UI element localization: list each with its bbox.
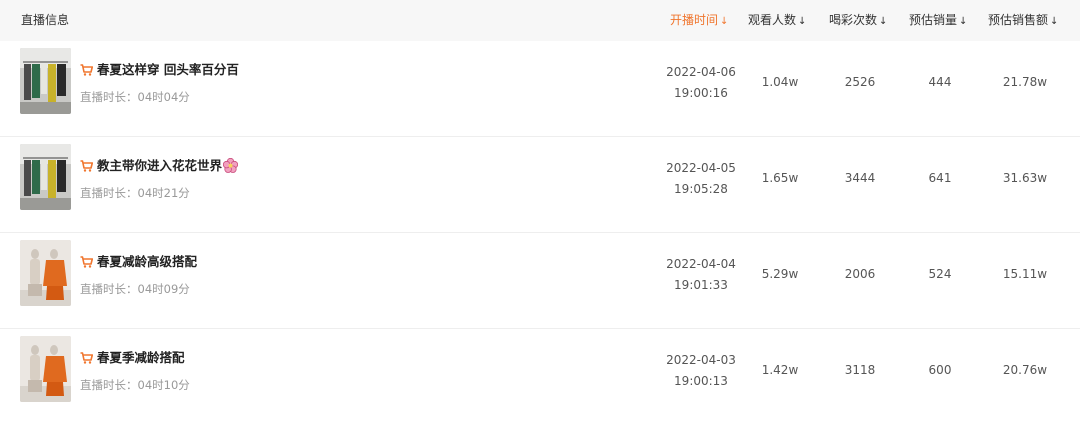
start-date: 2022-04-03	[666, 353, 736, 367]
table-row[interactable]: 春夏这样穿 回头率百分百 直播时长：04时04分 2022-04-06 19:0…	[0, 41, 1080, 137]
live-title-text: 教主带你进入花花世界	[97, 158, 223, 173]
cheers-count: 3444	[844, 171, 876, 185]
start-date: 2022-04-04	[666, 257, 736, 271]
start-time: 2022-04-04 19:01:33	[655, 254, 747, 296]
viewers-count: 1.04w	[761, 75, 799, 89]
table-row[interactable]: 春夏季减龄搭配 直播时长：04时10分 2022-04-03 19:00:13 …	[0, 329, 1080, 424]
live-thumbnail[interactable]	[20, 240, 71, 306]
live-thumbnail[interactable]	[20, 336, 71, 402]
sort-viewers[interactable]: 观看人数 ↓	[748, 0, 806, 41]
est-sales: 524	[928, 267, 952, 281]
start-clock: 19:00:16	[674, 86, 728, 100]
sort-est-sales-label: 预估销量	[909, 13, 958, 27]
live-duration: 直播时长：04时10分	[80, 378, 190, 392]
sort-arrow-icon: ↓	[798, 16, 807, 27]
est-revenue: 15.11w	[1002, 267, 1048, 281]
sort-start-time-label: 开播时间	[670, 13, 719, 27]
est-revenue: 21.78w	[1002, 75, 1048, 89]
sort-cheers-label: 喝彩次数	[829, 13, 878, 27]
sort-arrow-icon: ↓	[720, 16, 729, 27]
est-revenue: 20.76w	[1002, 363, 1048, 377]
est-sales: 641	[928, 171, 952, 185]
live-title-text: 春夏这样穿 回头率百分百	[97, 62, 239, 77]
live-title[interactable]: 春夏这样穿 回头率百分百	[80, 62, 239, 78]
sort-est-revenue-label: 预估销售额	[988, 13, 1049, 27]
sort-est-sales[interactable]: 预估销量 ↓	[909, 0, 967, 41]
table-row[interactable]: 春夏减龄高级搭配 直播时长：04时09分 2022-04-04 19:01:33…	[0, 233, 1080, 329]
live-thumbnail[interactable]	[20, 144, 71, 210]
live-duration: 直播时长：04时09分	[80, 282, 190, 296]
sort-cheers[interactable]: 喝彩次数 ↓	[829, 0, 887, 41]
cart-icon	[80, 160, 93, 172]
start-time: 2022-04-05 19:05:28	[655, 158, 747, 200]
cart-icon	[80, 352, 93, 364]
flower-emoji-icon	[223, 158, 239, 173]
live-title-text: 春夏季减龄搭配	[97, 350, 185, 365]
viewers-count: 1.42w	[761, 363, 799, 377]
sort-start-time[interactable]: 开播时间 ↓	[670, 0, 728, 41]
est-revenue: 31.63w	[1002, 171, 1048, 185]
sort-arrow-icon: ↓	[1050, 16, 1059, 27]
est-sales: 600	[928, 363, 952, 377]
start-clock: 19:05:28	[674, 182, 728, 196]
cheers-count: 2006	[844, 267, 876, 281]
est-sales: 444	[928, 75, 952, 89]
start-time: 2022-04-03 19:00:13	[655, 350, 747, 392]
table-row[interactable]: 教主带你进入花花世界 直播时长：04时21分 2022-04-05 19:05:…	[0, 137, 1080, 233]
viewers-count: 1.65w	[761, 171, 799, 185]
sort-arrow-icon: ↓	[879, 16, 888, 27]
live-title-text: 春夏减龄高级搭配	[97, 254, 198, 269]
start-clock: 19:00:13	[674, 374, 728, 388]
sort-est-revenue[interactable]: 预估销售额 ↓	[988, 0, 1058, 41]
live-thumbnail[interactable]	[20, 48, 71, 114]
start-date: 2022-04-05	[666, 161, 736, 175]
sort-arrow-icon: ↓	[959, 16, 968, 27]
cheers-count: 2526	[844, 75, 876, 89]
cart-icon	[80, 64, 93, 76]
live-duration: 直播时长：04时21分	[80, 186, 190, 200]
start-time: 2022-04-06 19:00:16	[655, 62, 747, 104]
live-duration: 直播时长：04时04分	[80, 90, 190, 104]
start-clock: 19:01:33	[674, 278, 728, 292]
start-date: 2022-04-06	[666, 65, 736, 79]
live-stream-table: 直播信息 开播时间↓ 观看人数↓ 喝彩次数↓ 预估销量↓ 预估销售额↓	[0, 0, 1080, 424]
live-title[interactable]: 教主带你进入花花世界	[80, 158, 239, 174]
live-title[interactable]: 春夏季减龄搭配	[80, 350, 185, 366]
sort-viewers-label: 观看人数	[748, 13, 797, 27]
viewers-count: 5.29w	[761, 267, 799, 281]
cheers-count: 3118	[844, 363, 876, 377]
cart-icon	[80, 256, 93, 268]
table-header: 直播信息 开播时间 ↓ 观看人数 ↓ 喝彩次数 ↓ 预估销量 ↓ 预估销售额 ↓	[0, 0, 1080, 41]
header-live-info: 直播信息	[21, 13, 70, 27]
live-title[interactable]: 春夏减龄高级搭配	[80, 254, 197, 270]
